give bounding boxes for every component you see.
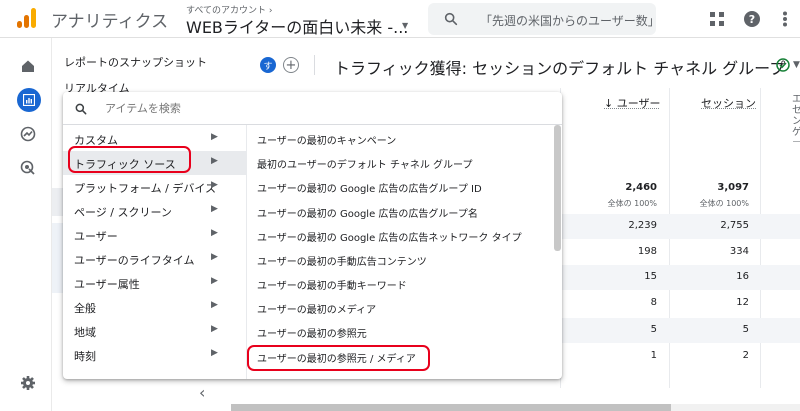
reports-icon[interactable]: [17, 88, 41, 112]
category-label: プラットフォーム / デバイス: [74, 182, 217, 195]
analytics-logo-icon[interactable]: [17, 8, 37, 28]
top-bar: アナリティクス すべてのアカウント › WEBライターの面白い未来 -... ▼…: [0, 0, 800, 38]
chevron-right-icon: ▶: [211, 300, 218, 310]
home-icon[interactable]: [16, 54, 40, 78]
category-item[interactable]: 時刻 ▶: [63, 343, 246, 367]
chevron-right-icon: ▶: [211, 132, 218, 142]
menu-search-input[interactable]: [105, 102, 525, 115]
chevron-right-icon: ▶: [211, 180, 218, 190]
comparison-badge[interactable]: す: [260, 57, 276, 73]
cell-users: 15: [644, 271, 657, 282]
table-row[interactable]: 8 12: [560, 291, 800, 316]
left-rail: [0, 38, 52, 411]
dimension-option[interactable]: ユーザーの最初のキャンペーン: [257, 132, 396, 147]
category-item[interactable]: プラットフォーム / デバイス ▶: [63, 175, 246, 199]
menu-column-divider: [246, 125, 247, 379]
category-label: ユーザー属性: [74, 278, 140, 291]
table-row[interactable]: 5 5: [560, 318, 800, 343]
column-header-engaged-partial[interactable]: エ セ ン ゲ ー ジ: [792, 94, 800, 142]
category-item[interactable]: ユーザー属性 ▶: [63, 271, 246, 295]
cell-sessions: 2,755: [720, 220, 749, 231]
check-circle-icon[interactable]: [776, 58, 790, 72]
category-label: 時刻: [74, 350, 96, 363]
dimension-option[interactable]: ユーザーの最初の Google 広告の広告グループ ID: [257, 180, 482, 195]
add-comparison-icon[interactable]: +: [283, 57, 299, 73]
cell-sessions: 334: [729, 246, 749, 257]
help-icon[interactable]: ?: [743, 10, 761, 28]
caret-down-icon[interactable]: ▼: [793, 60, 800, 70]
highlight-box: [68, 146, 191, 173]
column-header-users[interactable]: ↓ ユーザー: [604, 95, 661, 111]
cell-sessions: 12: [736, 297, 749, 308]
total-sessions: 3,097: [717, 182, 749, 193]
dimension-option[interactable]: 最初のユーザーのデフォルト チャネル グループ: [257, 156, 472, 171]
search-icon: [75, 103, 87, 115]
chevron-right-icon: ▶: [211, 348, 218, 358]
dimension-option[interactable]: ユーザーの最初のメディア: [257, 301, 376, 316]
header-divider: [314, 55, 315, 75]
menu-scrollbar[interactable]: [554, 125, 561, 251]
dimension-option[interactable]: ユーザーの最初の手動キーワード: [257, 277, 407, 292]
category-label: 全般: [74, 302, 96, 315]
apps-grid-icon[interactable]: [708, 10, 726, 28]
cell-users: 2,239: [628, 220, 657, 231]
cell-users: 8: [650, 297, 657, 308]
category-item[interactable]: 地域 ▶: [63, 319, 246, 343]
dimension-option[interactable]: ユーザーの最初の Google 広告の広告ネットワーク タイプ: [257, 229, 522, 244]
chevron-right-icon: ▶: [211, 204, 218, 214]
horizontal-scrollbar-thumb[interactable]: [231, 404, 671, 411]
table-row[interactable]: 2,239 2,755: [560, 214, 800, 239]
nav-item-snapshot[interactable]: レポートのスナップショット: [64, 54, 207, 70]
collapse-nav-icon[interactable]: ‹: [199, 383, 205, 402]
dimension-option[interactable]: ユーザーの最初の参照元: [257, 325, 367, 340]
search-placeholder: 「先週の米国からのユーザー数」: [480, 14, 660, 28]
cell-sessions: 16: [736, 271, 749, 282]
category-label: ユーザーのライフタイム: [74, 254, 195, 267]
category-item[interactable]: ページ / スクリーン ▶: [63, 199, 246, 223]
total-users-share: 全体の 100%: [607, 199, 657, 208]
category-item[interactable]: ユーザー ▶: [63, 223, 246, 247]
category-label: 地域: [74, 326, 96, 339]
category-label: ユーザー: [74, 230, 118, 243]
chevron-right-icon: ▶: [211, 156, 218, 166]
explore-icon[interactable]: [16, 122, 40, 146]
cell-sessions: 5: [742, 324, 749, 335]
dimension-option[interactable]: ユーザーの最初の Google 広告の広告グループ名: [257, 205, 478, 220]
highlight-box: [247, 345, 430, 371]
table-row[interactable]: 1 2: [560, 344, 800, 369]
report-title: トラフィック獲得: セッションのデフォルト チャネル グループ: [334, 59, 786, 78]
caret-down-icon[interactable]: ▼: [402, 21, 408, 30]
dimension-picker-menu: カスタム▶ トラフィック ソース▶ プラットフォーム / デバイス▶ ページ /…: [63, 92, 562, 379]
advertising-icon[interactable]: [16, 156, 40, 180]
property-selector[interactable]: WEBライターの面白い未来 -...: [186, 14, 408, 38]
chevron-right-icon: ▶: [211, 276, 218, 286]
total-users: 2,460: [625, 182, 657, 193]
cell-sessions: 2: [742, 350, 749, 361]
app-title: アナリティクス: [51, 12, 169, 32]
cell-users: 1: [650, 350, 657, 361]
category-item[interactable]: ユーザーのライフタイム ▶: [63, 247, 246, 271]
dimension-option[interactable]: ユーザーの最初の手動広告コンテンツ: [257, 253, 427, 268]
table-row[interactable]: 15 16: [560, 265, 800, 290]
column-header-sessions[interactable]: セッション: [701, 95, 756, 111]
total-sessions-share: 全体の 100%: [699, 199, 749, 208]
svg-text:?: ?: [749, 13, 755, 26]
chevron-right-icon: ▶: [211, 228, 218, 238]
menu-divider: [63, 124, 562, 125]
table-row[interactable]: 198 334: [560, 240, 800, 265]
cell-users: 198: [637, 246, 657, 257]
cell-users: 5: [650, 324, 657, 335]
settings-icon[interactable]: [16, 371, 40, 395]
chevron-right-icon: ▶: [211, 324, 218, 334]
category-item[interactable]: 全般 ▶: [63, 295, 246, 319]
category-label: ページ / スクリーン: [74, 206, 172, 219]
chevron-right-icon: ▶: [211, 252, 218, 262]
search-bar[interactable]: 「先週の米国からのユーザー数」: [428, 3, 660, 35]
search-icon: [444, 12, 458, 26]
more-vert-icon[interactable]: [776, 10, 794, 28]
